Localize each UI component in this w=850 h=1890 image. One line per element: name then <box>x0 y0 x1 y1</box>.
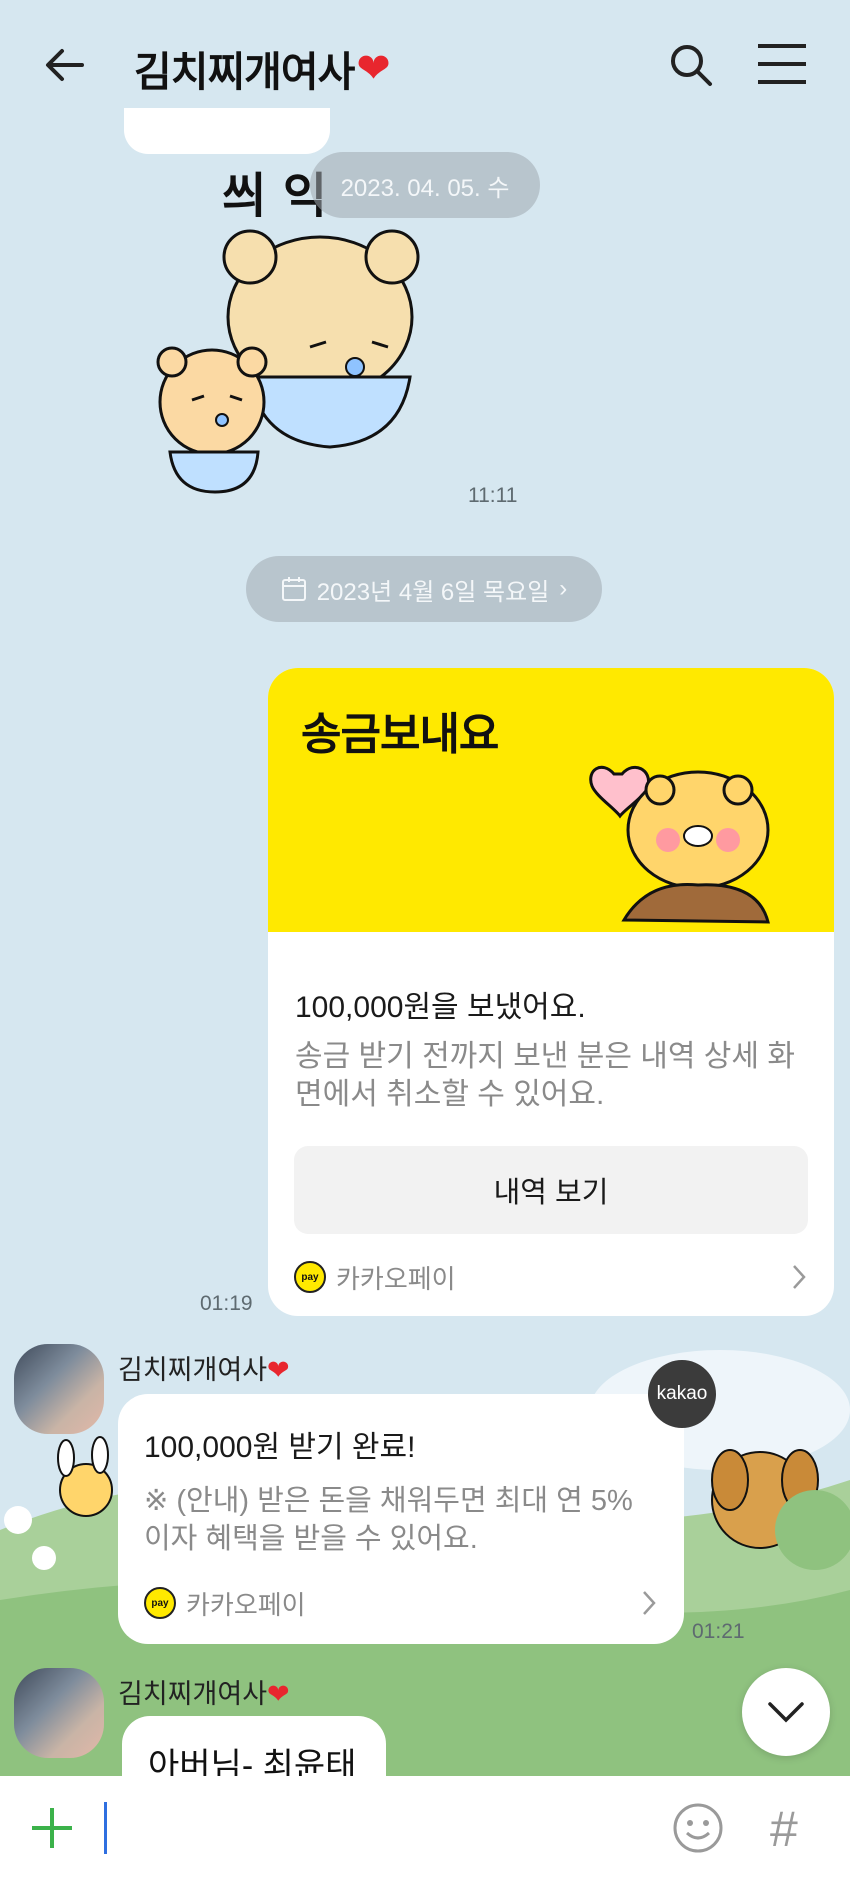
kakaopay-logo-icon: pay <box>144 1587 176 1619</box>
kakao-badge: kakao <box>648 1360 716 1428</box>
kakaopay-footer[interactable]: pay 카카오페이 <box>144 1586 658 1620</box>
message-input-bar: # <box>0 1776 850 1890</box>
receipt-description: ※ (안내) 받은 돈을 채워두면 최대 연 5% 이자 혜택을 받을 수 있어… <box>144 1485 633 1555</box>
avatar[interactable] <box>14 1344 104 1434</box>
hashtag-button[interactable]: # <box>770 1800 798 1858</box>
calendar-icon <box>281 577 306 601</box>
transfer-amount: 100,000원을 보냈어요. <box>295 991 586 1024</box>
plus-icon[interactable] <box>30 1806 74 1850</box>
sender-name-text: 김치찌개여사 <box>118 1355 268 1385</box>
chevron-right-icon <box>793 1265 806 1289</box>
transfer-card-banner: 송금보내요 <box>268 668 834 932</box>
scroll-to-bottom-button[interactable] <box>742 1668 830 1756</box>
character-heart-icon <box>589 765 770 924</box>
chat-title-text: 김치찌개여사 <box>134 49 355 95</box>
message-input[interactable] <box>104 1802 107 1854</box>
chevron-right-icon: › <box>559 575 568 602</box>
kakaopay-footer[interactable]: pay 카카오페이 <box>294 1260 808 1294</box>
kakaopay-logo-icon: pay <box>294 1261 326 1293</box>
receipt-card[interactable]: 100,000원 받기 완료! ※ (안내) 받은 돈을 채워두면 최대 연 5… <box>118 1394 684 1644</box>
heart-icon: ❤ <box>356 45 390 91</box>
message-time: 11:11 <box>468 484 518 507</box>
chat-title: 김치찌개여사 ❤ <box>134 38 391 98</box>
view-history-button[interactable]: 내역 보기 <box>294 1146 808 1234</box>
sender-name-text: 김치찌개여사 <box>118 1679 268 1709</box>
search-icon[interactable] <box>666 40 716 90</box>
kakaopay-brand: 카카오페이 <box>336 1263 456 1294</box>
avatar[interactable] <box>14 1668 104 1758</box>
chevron-down-icon <box>768 1702 804 1723</box>
emoji-icon[interactable] <box>672 1802 724 1854</box>
date-divider[interactable]: 2023년 4월 6일 목요일 › <box>246 556 602 622</box>
chevron-right-icon <box>643 1591 656 1615</box>
transfer-card[interactable]: 송금보내요 100,000원을 보냈어요. 송금 받기 전까지 보낸 분은 내역… <box>268 668 834 1316</box>
message-time: 01:21 <box>692 1620 745 1643</box>
transfer-heading: 송금보내요 <box>301 710 499 759</box>
sender-name: 김치찌개여사❤ <box>118 1672 290 1711</box>
heart-icon: ❤ <box>267 1355 290 1385</box>
previous-message-bubble <box>124 108 330 154</box>
hamburger-menu-icon[interactable] <box>756 42 808 86</box>
heart-icon: ❤ <box>267 1679 290 1709</box>
back-arrow-icon[interactable] <box>40 40 90 90</box>
transfer-description: 송금 받기 전까지 보낸 분은 내역 상세 화면에서 취소할 수 있어요. <box>295 1040 795 1111</box>
date-divider-text: 2023년 4월 6일 목요일 <box>316 578 550 606</box>
kakaopay-brand: 카카오페이 <box>186 1589 306 1620</box>
sender-name: 김치찌개여사❤ <box>118 1348 290 1387</box>
receipt-title: 100,000원 받기 완료! <box>144 1431 416 1464</box>
date-label: 2023. 04. 05. 수 <box>310 152 540 218</box>
